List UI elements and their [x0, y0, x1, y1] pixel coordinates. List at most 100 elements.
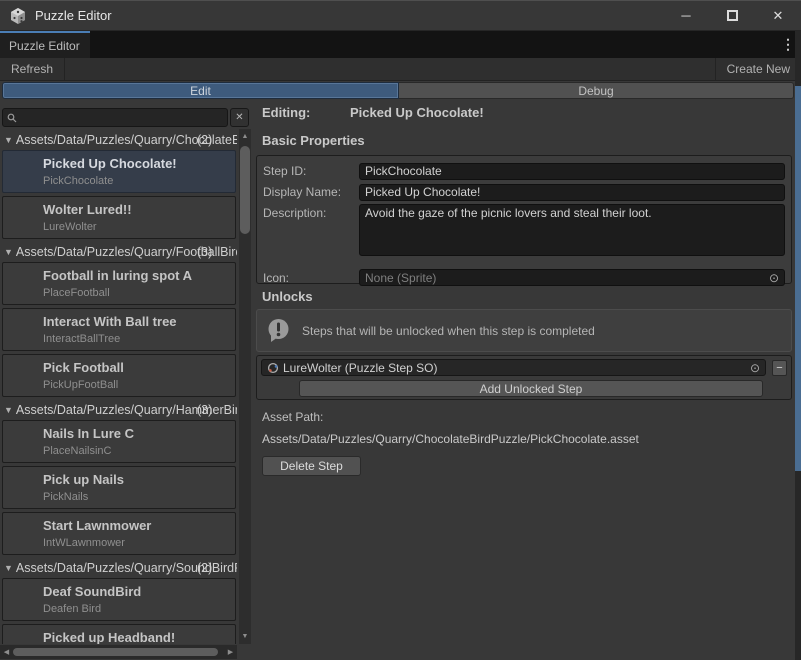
item-title: Pick Football	[43, 360, 231, 375]
close-icon: ✕	[773, 8, 784, 24]
horizontal-scroll-thumb[interactable]	[13, 648, 218, 656]
unlocks-list-box: LureWolter (Puzzle Step SO) ⊙ − Add Unlo…	[256, 355, 792, 400]
delete-step-button[interactable]: Delete Step	[262, 456, 361, 476]
list-item-interact-ball-tree[interactable]: Interact With Ball tree InteractBallTree	[2, 308, 236, 351]
group-count: (3)	[197, 403, 212, 417]
item-id: PlaceNailsinC	[43, 445, 231, 457]
add-unlocked-step-button[interactable]: Add Unlocked Step	[299, 380, 763, 397]
list-item-lure-wolter[interactable]: Wolter Lured!! LureWolter	[2, 196, 236, 239]
scroll-down-icon[interactable]: ▼	[239, 630, 251, 643]
unlocks-help-box: Steps that will be unlocked when this st…	[256, 309, 792, 352]
step-id-label: Step ID:	[263, 162, 359, 180]
doc-tab-strip: Puzzle Editor ⋮	[0, 31, 801, 58]
maximize-button[interactable]	[709, 1, 755, 30]
list-item-pick-football[interactable]: Pick Football PickUpFootBall	[2, 354, 236, 397]
group-header-sound[interactable]: ▼ Assets/Data/Puzzles/Quarry/SoundBirdPu…	[0, 558, 237, 577]
foldout-icon: ▼	[4, 135, 13, 145]
object-picker-icon[interactable]: ⊙	[750, 362, 760, 374]
mode-tabs: Edit Debug	[2, 82, 794, 99]
minimize-button[interactable]: ─	[663, 1, 709, 30]
list-item-nails-in-lure-c[interactable]: Nails In Lure C PlaceNailsinC	[2, 420, 236, 463]
puzzle-editor-window: Puzzle Editor ─ ✕ Puzzle Editor ⋮ Refres…	[0, 0, 801, 660]
editing-label: Editing:	[262, 105, 310, 120]
display-name-field[interactable]	[359, 184, 785, 201]
window-right-scrollbar[interactable]	[795, 31, 801, 660]
tab-edit[interactable]: Edit	[2, 82, 399, 99]
search-clear-button[interactable]: ✕	[230, 108, 249, 127]
list-item-start-lawnmower[interactable]: Start Lawnmower IntWLawnmower	[2, 512, 236, 555]
group-header-chocolate[interactable]: ▼ Assets/Data/Puzzles/Quarry/ChocolateBi…	[0, 130, 237, 149]
scroll-right-icon[interactable]: ▶	[224, 645, 237, 659]
group-count: (3)	[197, 245, 212, 259]
display-name-row: Display Name:	[263, 183, 785, 201]
doc-tab-puzzle-editor[interactable]: Puzzle Editor	[0, 31, 90, 58]
display-name-label: Display Name:	[263, 183, 359, 201]
foldout-icon: ▼	[4, 563, 13, 573]
icon-object-field[interactable]: None (Sprite) ⊙	[359, 269, 785, 286]
step-id-field[interactable]	[359, 163, 785, 180]
search-input[interactable]	[17, 111, 223, 125]
tab-edit-label: Edit	[190, 84, 211, 98]
item-title: Picked up Headband!	[43, 630, 231, 644]
create-new-button[interactable]: Create New	[716, 58, 801, 80]
info-icon	[265, 317, 292, 344]
basic-properties-box: Step ID: Display Name: Description: Avoi…	[256, 155, 792, 284]
remove-unlocked-step-button[interactable]: −	[772, 360, 787, 376]
icon-object-value: None (Sprite)	[365, 271, 436, 285]
list-horizontal-scrollbar[interactable]: ◀ ▶	[0, 645, 237, 659]
editing-header: Editing: Picked Up Chocolate!	[262, 105, 484, 120]
item-title: Start Lawnmower	[43, 518, 231, 533]
item-title: Pick up Nails	[43, 472, 231, 487]
list-item-pick-chocolate[interactable]: Picked Up Chocolate! PickChocolate	[2, 150, 236, 193]
maximize-icon	[727, 10, 738, 21]
group-header-hammer[interactable]: ▼ Assets/Data/Puzzles/Quarry/HammerBirdP…	[0, 400, 237, 419]
minimize-icon: ─	[681, 8, 690, 23]
item-title: Nails In Lure C	[43, 426, 231, 441]
minus-icon: −	[776, 362, 782, 374]
puzzle-step-list: ▼ Assets/Data/Puzzles/Quarry/ChocolateBi…	[0, 129, 237, 644]
add-unlocked-step-label: Add Unlocked Step	[480, 382, 583, 396]
list-item-pick-nails[interactable]: Pick up Nails PickNails	[2, 466, 236, 509]
unlocks-title: Unlocks	[262, 289, 313, 304]
item-title: Football in luring spot A	[43, 268, 231, 283]
group-header-football[interactable]: ▼ Assets/Data/Puzzles/Quarry/FootballBir…	[0, 242, 237, 261]
tab-debug-label: Debug	[578, 84, 613, 98]
icon-label: Icon:	[263, 269, 359, 286]
icon-row: Icon: None (Sprite) ⊙	[263, 269, 785, 286]
item-title: Picked Up Chocolate!	[43, 156, 231, 171]
delete-step-label: Delete Step	[280, 459, 343, 473]
window-scroll-thumb[interactable]	[795, 86, 801, 471]
object-picker-icon[interactable]: ⊙	[769, 272, 779, 284]
refresh-label: Refresh	[11, 62, 53, 76]
list-item-deaf-soundbird[interactable]: Deaf SoundBird Deafen Bird	[2, 578, 236, 621]
vertical-scroll-thumb[interactable]	[240, 146, 250, 234]
group-count: (2)	[197, 133, 212, 147]
list-vertical-scrollbar[interactable]: ▲ ▼	[239, 129, 251, 644]
unlocked-step-object-field[interactable]: LureWolter (Puzzle Step SO) ⊙	[261, 359, 766, 376]
tab-debug[interactable]: Debug	[399, 82, 794, 99]
window-title: Puzzle Editor	[35, 8, 112, 23]
scriptable-object-icon	[267, 362, 279, 374]
item-id: LureWolter	[43, 221, 231, 233]
refresh-button[interactable]: Refresh	[0, 58, 64, 80]
item-id: Deafen Bird	[43, 603, 231, 615]
window-controls: ─ ✕	[663, 1, 801, 30]
description-field[interactable]: Avoid the gaze of the picnic lovers and …	[359, 204, 785, 256]
scroll-left-icon[interactable]: ◀	[0, 645, 13, 659]
item-id: PickChocolate	[43, 175, 231, 187]
search-box[interactable]	[2, 108, 228, 127]
group-count: (2)	[197, 561, 212, 575]
item-id: PlaceFootball	[43, 287, 231, 299]
foldout-icon: ▼	[4, 247, 13, 257]
doc-tab-label: Puzzle Editor	[9, 39, 80, 53]
scroll-up-icon[interactable]: ▲	[239, 130, 251, 143]
list-item-picked-up-headband[interactable]: Picked up Headband!	[2, 624, 236, 644]
description-label: Description:	[263, 204, 359, 261]
list-item-place-football[interactable]: Football in luring spot A PlaceFootball	[2, 262, 236, 305]
basic-properties-title: Basic Properties	[262, 133, 365, 148]
item-id: InteractBallTree	[43, 333, 231, 345]
unlocked-step-row: LureWolter (Puzzle Step SO) ⊙ −	[261, 359, 787, 376]
app-dice-icon	[9, 7, 27, 25]
close-button[interactable]: ✕	[755, 1, 801, 30]
item-id: PickNails	[43, 491, 231, 503]
